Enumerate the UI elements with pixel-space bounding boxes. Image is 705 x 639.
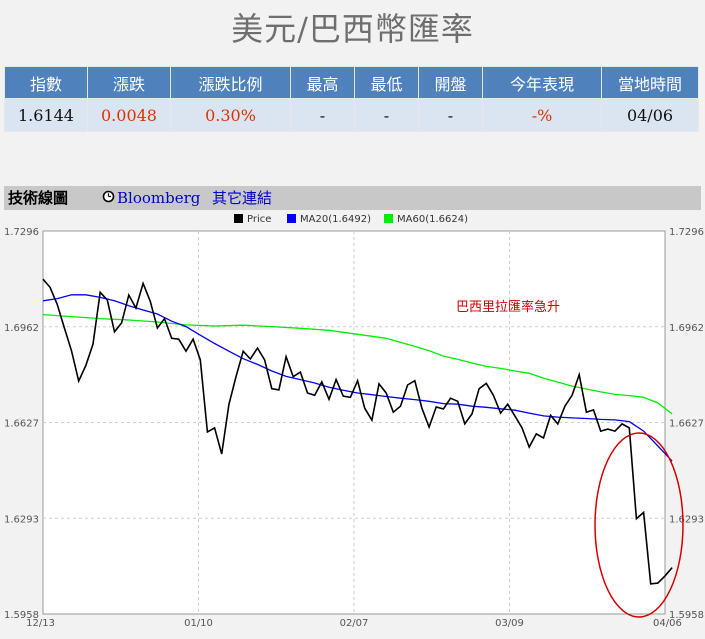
y-tick-label-left: 1.6627 [4,419,39,430]
chart-section-bar: 技術線圖 Bloomberg 其它連結 [4,186,701,210]
x-tick-label: 04/06 [653,618,682,629]
value-change: 0.0048 [87,98,171,132]
value-change-pct: 0.30% [170,98,291,132]
header-index: 指數 [4,66,88,99]
legend-swatch [234,214,243,223]
y-tick-label-right: 1.6627 [669,419,704,430]
x-tick-label: 03/09 [495,618,524,629]
header-change-pct: 漲跌比例 [170,66,291,99]
value-open: - [418,98,483,132]
other-links-link[interactable]: 其它連結 [212,186,272,210]
value-high: - [290,98,355,132]
y-tick-label-left: 1.7296 [4,227,39,238]
header-ytd: 今年表現 [482,66,602,99]
y-tick-label-left: 1.6962 [4,323,39,334]
chart-area: 1.7296 1.7296 1.6962 1.6962 1.6627 1.6627 1.62… [0,210,705,635]
quote-table: 指數 漲跌 漲跌比例 最高 最低 開盤 今年表現 當地時間 1.6144 0.0… [4,66,699,132]
legend-swatch [287,214,296,223]
price-chart: 1.7296 1.7296 1.6962 1.6962 1.6627 1.6627 1.62… [4,214,704,629]
quote-value-row: 1.6144 0.0048 0.30% - - - -% 04/06 [4,98,699,132]
value-low: - [354,98,419,132]
legend-label: MA60(1.6624) [397,214,468,225]
section-label: 技術線圖 [8,189,69,207]
y-tick-label-right: 1.6293 [669,514,704,525]
y-tick-label-right: 1.7296 [669,227,704,238]
legend-swatch [384,214,393,223]
header-open: 開盤 [418,66,483,99]
value-ytd: -% [482,98,602,132]
bloomberg-link[interactable]: Bloomberg [117,186,200,210]
legend-label: MA20(1.6492) [300,214,371,225]
value-local-time: 04/06 [601,98,699,132]
value-index: 1.6144 [4,98,88,132]
x-tick-label: 02/07 [340,618,369,629]
clock-icon [102,190,115,203]
x-tick-label: 01/10 [184,618,213,629]
header-low: 最低 [354,66,419,99]
quote-header-row: 指數 漲跌 漲跌比例 最高 最低 開盤 今年表現 當地時間 [4,66,699,99]
x-tick-label: 12/13 [26,618,55,629]
header-change: 漲跌 [87,66,171,99]
legend-label: Price [247,214,271,225]
chart-annotation: 巴西里拉匯率急升 [456,299,560,315]
page-title: 美元/巴西幣匯率 [231,10,474,48]
header-local-time: 當地時間 [601,66,699,99]
header-high: 最高 [290,66,355,99]
y-tick-label-left: 1.6293 [4,514,39,525]
y-tick-label-right: 1.6962 [669,323,704,334]
